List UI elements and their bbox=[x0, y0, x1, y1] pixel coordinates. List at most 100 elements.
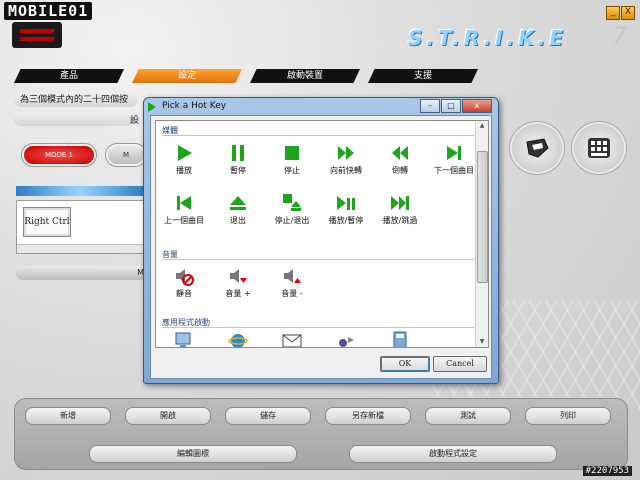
play-icon bbox=[178, 145, 192, 161]
instruction-text: 為三個模式內的二十四個按 bbox=[14, 93, 138, 107]
mobile01-logo: MOBILE01 bbox=[4, 2, 93, 20]
hotkey-eject[interactable]: 退出 bbox=[210, 193, 266, 226]
browser-icon bbox=[228, 334, 248, 347]
strike-logo-suffix: 7 bbox=[612, 22, 628, 50]
hotkey-label: 停止/退出 bbox=[274, 216, 310, 225]
dialog-close-button[interactable]: x bbox=[462, 99, 492, 113]
dialog-minimize-button[interactable]: – bbox=[420, 99, 440, 113]
hotkey-next-track[interactable]: 下一個曲目 bbox=[426, 143, 482, 176]
dialog-maximize-button[interactable]: □ bbox=[441, 99, 461, 113]
print-button[interactable]: 列印 bbox=[525, 407, 611, 425]
next-track-icon bbox=[447, 146, 461, 160]
hotkey-label: 播放/跳過 bbox=[382, 216, 418, 225]
tab-settings[interactable]: 設定 bbox=[132, 69, 242, 83]
hotkey-previous-track[interactable]: 上一個曲目 bbox=[156, 193, 212, 226]
hotkey-play-pause[interactable]: 播放/暫停 bbox=[318, 193, 374, 226]
tab-products[interactable]: 產品 bbox=[14, 69, 124, 83]
key-right-ctrl[interactable]: Right Ctrl bbox=[23, 207, 71, 237]
settings-strip-label: 設 bbox=[130, 116, 140, 126]
hotkey-play[interactable]: 播放 bbox=[156, 143, 212, 176]
hotkey-mail[interactable] bbox=[264, 331, 320, 347]
group-divider bbox=[162, 259, 474, 260]
scroll-up-arrow-icon[interactable]: ▲ bbox=[477, 121, 487, 131]
hotkey-label: 下一個曲目 bbox=[434, 166, 474, 175]
previous-track-icon bbox=[177, 196, 191, 210]
hotkey-stop[interactable]: 停止 bbox=[264, 143, 320, 176]
strike-logo: S.T.R.I.K.E bbox=[408, 26, 568, 50]
stop-eject-icon bbox=[283, 194, 301, 211]
close-window-button[interactable]: X bbox=[621, 6, 635, 20]
ok-button[interactable]: OK bbox=[380, 356, 430, 372]
stop-icon bbox=[285, 146, 299, 160]
volume-down-icon bbox=[284, 269, 301, 283]
save-as-button[interactable]: 另存新檔 bbox=[325, 407, 411, 425]
hotkey-label: 音量 - bbox=[281, 289, 303, 298]
mouse-profile-icon[interactable] bbox=[512, 124, 562, 172]
fast-forward-icon bbox=[338, 146, 354, 160]
hotkey-list: 媒體 播放 暫停 停止 向前快轉 倒轉 下一個曲目 上一個曲目 退出 停止/退出… bbox=[155, 120, 489, 348]
test-button[interactable]: 測試 bbox=[425, 407, 511, 425]
calculator-icon bbox=[393, 331, 407, 347]
hotkey-computer[interactable] bbox=[156, 331, 212, 347]
hotkey-label: 停止 bbox=[284, 166, 300, 175]
tab-activate-device[interactable]: 啟動裝置 bbox=[250, 69, 360, 83]
hotkey-volume-up[interactable]: 音量 + bbox=[210, 266, 266, 299]
hotkey-play-skip[interactable]: 播放/跳過 bbox=[372, 193, 428, 226]
hotkey-media-player[interactable] bbox=[318, 331, 374, 347]
razer-logo-icon bbox=[12, 22, 62, 48]
cancel-button[interactable]: Cancel bbox=[433, 356, 487, 372]
hotkey-fast-forward[interactable]: 向前快轉 bbox=[318, 143, 374, 176]
group-divider bbox=[162, 327, 474, 328]
watermark-id: #2207953 bbox=[582, 466, 632, 476]
pick-hotkey-dialog: Pick a Hot Key – □ x 媒體 播放 暫停 停止 向前快轉 倒轉… bbox=[143, 97, 499, 384]
pause-icon bbox=[232, 145, 244, 161]
tab-support[interactable]: 支援 bbox=[368, 69, 478, 83]
scroll-thumb[interactable] bbox=[477, 151, 488, 283]
hotkey-pause[interactable]: 暫停 bbox=[210, 143, 266, 176]
hotkey-label: 播放/暫停 bbox=[328, 216, 364, 225]
media-player-icon bbox=[339, 337, 354, 347]
mail-icon bbox=[282, 334, 302, 347]
hotkey-label: 向前快轉 bbox=[330, 166, 362, 175]
minimize-window-button[interactable]: _ bbox=[606, 6, 620, 20]
edit-icons-button[interactable]: 編輯圖標 bbox=[89, 445, 297, 463]
hotkey-label: 退出 bbox=[230, 216, 246, 225]
hotkey-calculator[interactable] bbox=[372, 331, 428, 347]
dialog-window-controls: – □ x bbox=[419, 99, 492, 113]
hotkey-label: 播放 bbox=[176, 166, 192, 175]
mode-2-button[interactable]: M bbox=[108, 146, 144, 164]
bottom-action-panel: 新增 開啟 儲存 另存新檔 測試 列印 編輯圖標 啟動程式設定 bbox=[14, 398, 628, 470]
scroll-down-arrow-icon[interactable]: ▼ bbox=[477, 337, 487, 347]
play-pause-icon bbox=[337, 196, 355, 210]
hotkey-mute[interactable]: 靜音 bbox=[156, 266, 212, 299]
key-panel: Right Ctrl bbox=[16, 200, 146, 254]
hotkey-label: 靜音 bbox=[176, 289, 192, 298]
group-divider bbox=[162, 135, 474, 136]
mode-1-button[interactable]: MODE 1 bbox=[24, 146, 94, 164]
new-button[interactable]: 新增 bbox=[25, 407, 111, 425]
hotkey-rewind[interactable]: 倒轉 bbox=[372, 143, 428, 176]
hotkey-stop-eject[interactable]: 停止/退出 bbox=[264, 193, 320, 226]
hotkey-label: 暫停 bbox=[230, 166, 246, 175]
keyboard-grid-icon[interactable] bbox=[574, 124, 624, 172]
hotkey-browser[interactable] bbox=[210, 331, 266, 347]
hotkey-list-scrollbar[interactable]: ▲ ▼ bbox=[475, 121, 488, 347]
volume-up-icon bbox=[230, 269, 247, 283]
mute-icon bbox=[176, 269, 194, 286]
dialog-play-icon bbox=[148, 102, 156, 112]
launch-program-settings-button[interactable]: 啟動程式設定 bbox=[349, 445, 557, 463]
settings-strip: 設 bbox=[14, 112, 139, 126]
hotkey-label: 音量 + bbox=[225, 289, 251, 298]
eject-icon bbox=[230, 196, 246, 210]
dialog-title: Pick a Hot Key bbox=[162, 101, 227, 111]
open-button[interactable]: 開啟 bbox=[125, 407, 211, 425]
rewind-icon bbox=[392, 146, 408, 160]
play-skip-icon bbox=[391, 196, 409, 210]
computer-icon bbox=[175, 332, 191, 347]
hotkey-volume-down[interactable]: 音量 - bbox=[264, 266, 320, 299]
lower-mode-strip: M bbox=[16, 266, 148, 280]
dialog-body: 媒體 播放 暫停 停止 向前快轉 倒轉 下一個曲目 上一個曲目 退出 停止/退出… bbox=[150, 115, 492, 379]
key-panel-scrollbar[interactable] bbox=[17, 244, 145, 253]
hotkey-label: 上一個曲目 bbox=[164, 216, 204, 225]
save-button[interactable]: 儲存 bbox=[225, 407, 311, 425]
